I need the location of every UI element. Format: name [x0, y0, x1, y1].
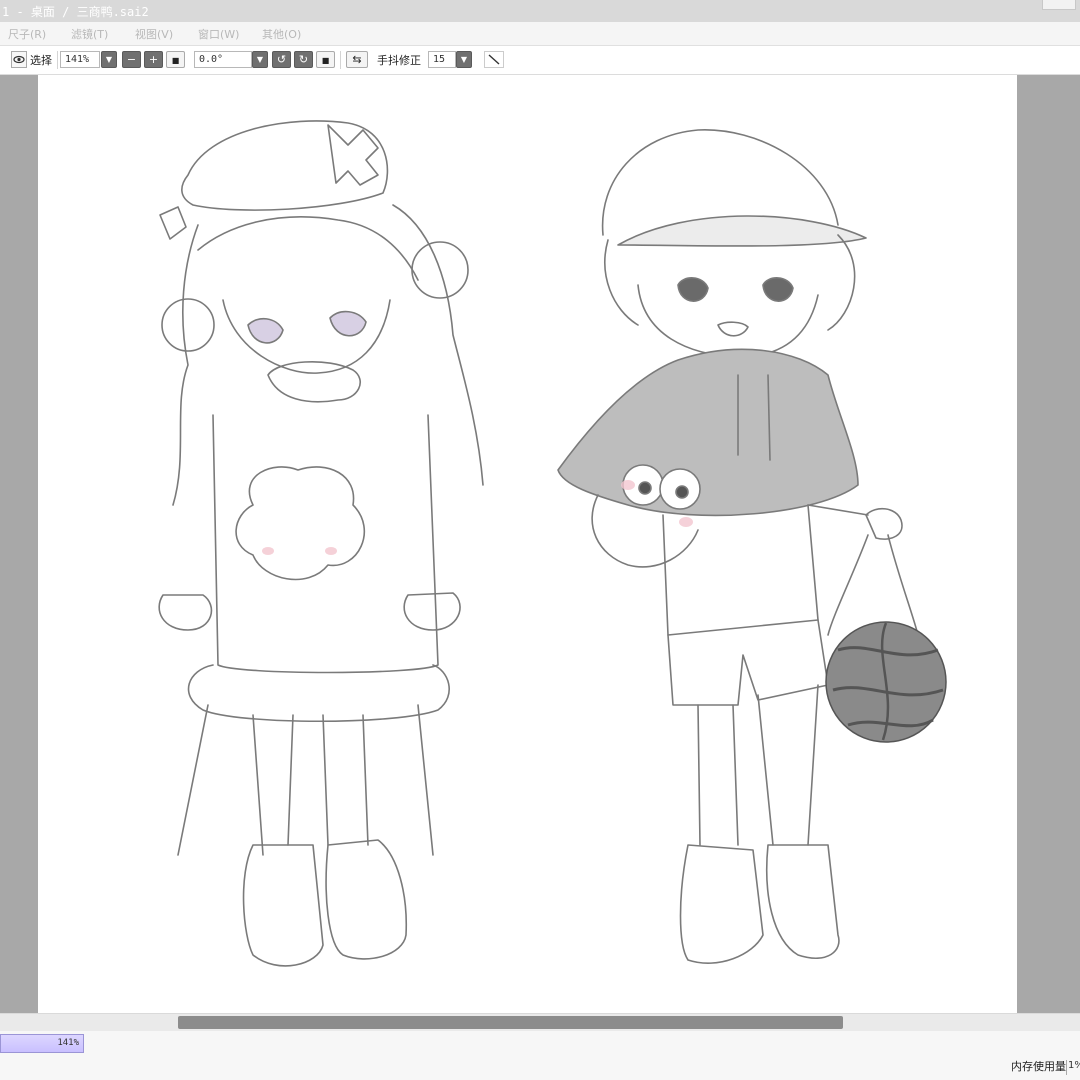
pen-icon [488, 54, 500, 65]
rotation-field[interactable]: 0.0° [194, 51, 252, 68]
selection-visibility-toggle[interactable] [11, 51, 27, 68]
stabilizer-field[interactable]: 15 [428, 51, 456, 68]
toolbar-divider [340, 51, 341, 69]
stabilizer-label: 手抖修正 [377, 54, 421, 67]
minus-icon: − [126, 53, 137, 66]
plus-icon: + [148, 53, 159, 66]
sketch-artwork [158, 120, 947, 967]
menu-other[interactable]: 其他(O) [262, 26, 301, 42]
title-bar: 1 - 桌面 / 三商鸭.sai2 [0, 0, 1080, 22]
rotate-ccw-button[interactable]: ↺ [272, 51, 291, 68]
eye-icon [13, 55, 25, 64]
zoom-status: 141% [0, 1034, 84, 1053]
drawing-canvas[interactable] [38, 75, 1017, 1013]
memory-usage-label: 内存使用量 [1011, 1060, 1066, 1073]
menu-bar: 尺子(R) 滤镜(T) 视图(V) 窗口(W) 其他(O) [0, 22, 1080, 46]
zoom-out-button[interactable]: − [122, 51, 141, 68]
rotate-cw-button[interactable]: ↻ [294, 51, 313, 68]
rotation-dropdown-button[interactable]: ▼ [252, 51, 268, 68]
zoom-reset-button[interactable]: ■ [166, 51, 185, 68]
square-icon: ■ [321, 56, 330, 65]
status-bar: 141% 内存使用量 1% [0, 1031, 1080, 1080]
canvas-area[interactable] [0, 75, 1080, 1013]
menu-window[interactable]: 窗口(W) [198, 26, 239, 42]
window-minimize-button[interactable] [1042, 0, 1076, 10]
flip-horizontal-icon: ⇆ [352, 53, 362, 66]
girl-figure [158, 120, 484, 967]
zoom-dropdown-button[interactable]: ▼ [101, 51, 117, 68]
basketball [825, 621, 947, 743]
flip-horizontal-button[interactable]: ⇆ [346, 51, 368, 68]
chevron-down-icon: ▼ [460, 55, 468, 64]
rotate-ccw-icon: ↺ [276, 53, 287, 66]
square-icon: ■ [171, 56, 180, 65]
menu-view[interactable]: 视图(V) [135, 26, 173, 42]
toolbar-divider [57, 51, 58, 69]
window-title: 1 - 桌面 / 三商鸭.sai2 [2, 5, 149, 19]
rotate-cw-icon: ↻ [298, 53, 309, 66]
rotation-reset-button[interactable]: ■ [316, 51, 335, 68]
memory-usage-value: 1% [1066, 1060, 1080, 1075]
menu-ruler[interactable]: 尺子(R) [8, 26, 46, 42]
horizontal-scrollbar[interactable] [0, 1013, 1080, 1031]
zoom-in-button[interactable]: + [144, 51, 163, 68]
toolbar: 选择 141% ▼ − + ■ 0.0° ▼ ↺ ↻ ■ ⇆ 手抖修正 15 ▼ [0, 46, 1080, 75]
select-label: 选择 [30, 54, 52, 67]
chevron-down-icon: ▼ [256, 55, 264, 64]
stabilizer-dropdown-button[interactable]: ▼ [456, 51, 472, 68]
menu-filter[interactable]: 滤镜(T) [71, 26, 108, 42]
chevron-down-icon: ▼ [105, 55, 113, 64]
pen-pressure-button[interactable] [484, 51, 504, 68]
horizontal-scrollbar-thumb[interactable] [178, 1016, 843, 1029]
boy-figure [557, 129, 919, 964]
zoom-field[interactable]: 141% [60, 51, 100, 68]
